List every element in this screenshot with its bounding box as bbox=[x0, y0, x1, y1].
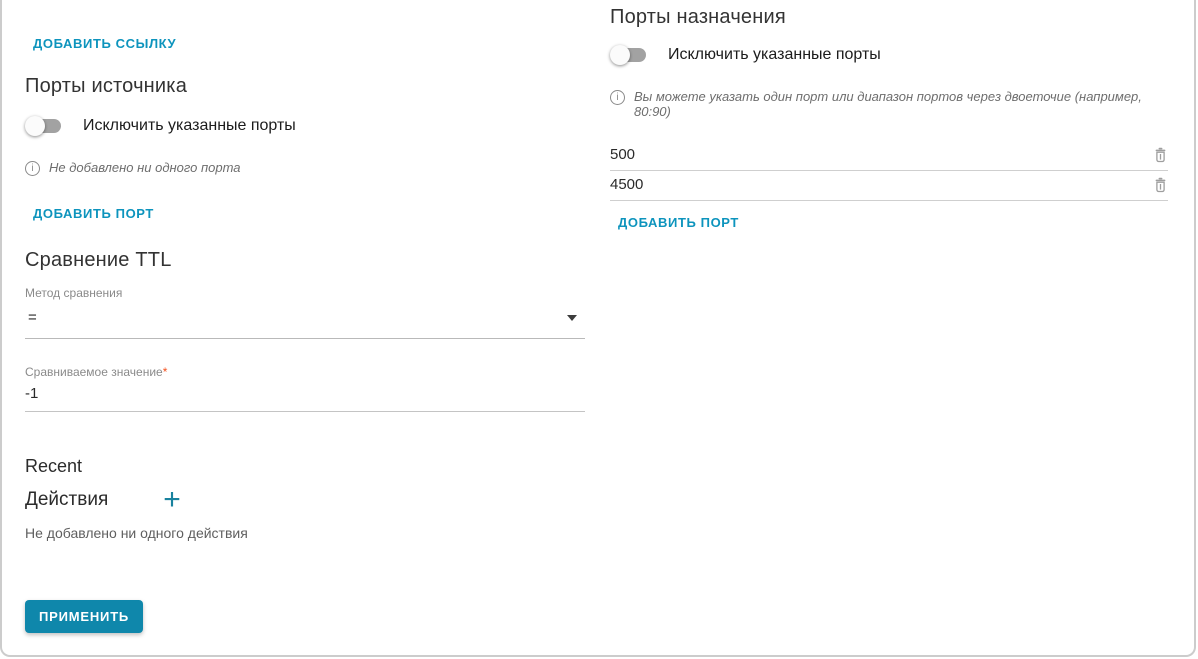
info-icon: i bbox=[610, 90, 625, 105]
add-dest-port-button[interactable]: ДОБАВИТЬ ПОРТ bbox=[618, 215, 739, 230]
apply-button[interactable]: ПРИМЕНИТЬ bbox=[25, 600, 143, 633]
trash-icon bbox=[1153, 147, 1168, 163]
exclude-ports-toggle[interactable] bbox=[610, 45, 648, 65]
source-ports-empty-hint: Не добавлено ни одного порта bbox=[49, 160, 241, 175]
delete-port-button[interactable] bbox=[1145, 177, 1168, 193]
ttl-method-label: Метод сравнения bbox=[25, 286, 585, 300]
source-ports-title: Порты источника bbox=[25, 75, 585, 98]
toggle-knob bbox=[25, 116, 45, 136]
actions-row: Действия + bbox=[25, 489, 585, 511]
ttl-value-label: Сравниваемое значение* bbox=[25, 365, 585, 379]
ttl-method-select[interactable]: = bbox=[25, 300, 585, 339]
port-input[interactable] bbox=[610, 146, 1145, 163]
delete-port-button[interactable] bbox=[1145, 147, 1168, 163]
exclude-ports-toggle-label: Исключить указанные порты bbox=[83, 117, 296, 135]
ttl-comparison-title: Сравнение TTL bbox=[25, 249, 585, 272]
exclude-ports-toggle-label: Исключить указанные порты bbox=[668, 46, 881, 64]
info-icon: i bbox=[25, 161, 40, 176]
recent-title: Recent bbox=[25, 456, 585, 477]
dest-ports-exclude-toggle-row: Исключить указанные порты bbox=[610, 45, 1168, 65]
exclude-ports-toggle[interactable] bbox=[25, 116, 63, 136]
port-row bbox=[610, 171, 1168, 201]
port-input[interactable] bbox=[610, 176, 1145, 193]
add-source-port-button[interactable]: ДОБАВИТЬ ПОРТ bbox=[33, 206, 154, 221]
actions-empty-text: Не добавлено ни одного действия bbox=[25, 525, 585, 541]
left-column: ДОБАВИТЬ ССЫЛКУ Порты источника Исключит… bbox=[25, 10, 585, 541]
port-row bbox=[610, 141, 1168, 171]
source-ports-empty-hint-row: i Не добавлено ни одного порта bbox=[25, 160, 585, 176]
required-asterisk: * bbox=[163, 365, 168, 379]
toggle-knob bbox=[610, 45, 630, 65]
chevron-down-icon bbox=[567, 315, 577, 321]
source-ports-exclude-toggle-row: Исключить указанные порты bbox=[25, 116, 585, 136]
add-action-button[interactable]: + bbox=[163, 490, 181, 510]
dest-ports-hint: Вы можете указать один порт или диапазон… bbox=[634, 89, 1168, 119]
actions-title: Действия bbox=[25, 489, 108, 511]
ttl-value-input[interactable] bbox=[25, 379, 585, 412]
dest-ports-hint-row: i Вы можете указать один порт или диапаз… bbox=[610, 89, 1168, 119]
add-link-button[interactable]: ДОБАВИТЬ ССЫЛКУ bbox=[33, 36, 176, 51]
ttl-method-selected-value: = bbox=[28, 309, 37, 326]
right-column: Порты назначения Исключить указанные пор… bbox=[610, 10, 1168, 232]
destination-ports-title: Порты назначения bbox=[610, 6, 1168, 29]
trash-icon bbox=[1153, 177, 1168, 193]
